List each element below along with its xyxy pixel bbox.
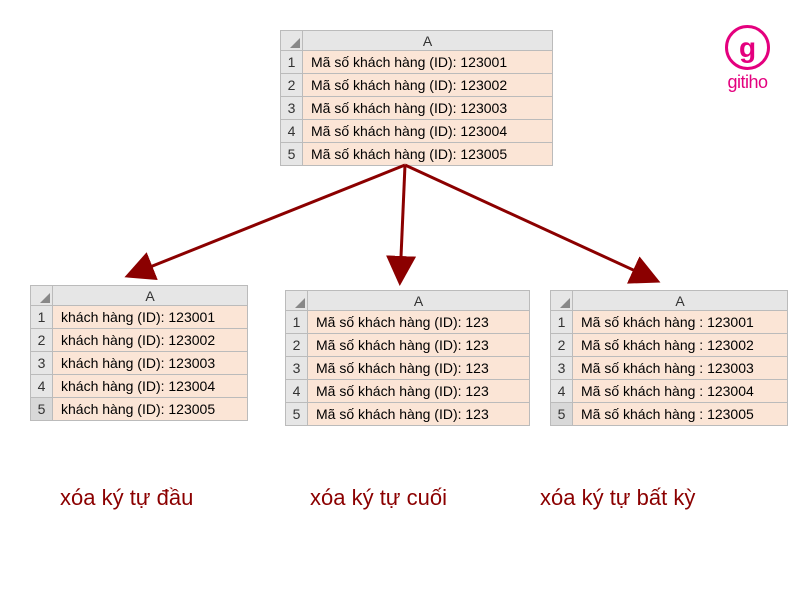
cell[interactable]: Mã số khách hàng (ID): 123001 (303, 51, 553, 74)
cell[interactable]: khách hàng (ID): 123005 (53, 398, 248, 421)
table-row: 3khách hàng (ID): 123003 (31, 352, 248, 375)
row-header[interactable]: 1 (281, 51, 303, 74)
row-header[interactable]: 5 (286, 403, 308, 426)
arrows-icon (0, 155, 800, 295)
row-header[interactable]: 2 (31, 329, 53, 352)
row-header[interactable]: 2 (286, 334, 308, 357)
column-header-a[interactable]: A (303, 31, 553, 51)
cell[interactable]: khách hàng (ID): 123001 (53, 306, 248, 329)
row-header[interactable]: 3 (286, 357, 308, 380)
table-row: 4Mã số khách hàng (ID): 123 (286, 380, 530, 403)
select-all-corner[interactable] (281, 31, 303, 51)
select-all-corner[interactable] (551, 291, 573, 311)
row-header[interactable]: 1 (551, 311, 573, 334)
cell[interactable]: Mã số khách hàng (ID): 123003 (303, 97, 553, 120)
cell[interactable]: khách hàng (ID): 123002 (53, 329, 248, 352)
table-row: 1Mã số khách hàng : 123001 (551, 311, 788, 334)
caption-remove-any: xóa ký tự bất kỳ (540, 485, 695, 511)
result-table-remove-last: A 1Mã số khách hàng (ID): 123 2Mã số khá… (285, 290, 530, 426)
select-all-corner[interactable] (31, 286, 53, 306)
cell[interactable]: Mã số khách hàng (ID): 123 (308, 334, 530, 357)
table-row: 2Mã số khách hàng (ID): 123 (286, 334, 530, 357)
table-row: 1khách hàng (ID): 123001 (31, 306, 248, 329)
cell[interactable]: Mã số khách hàng : 123004 (573, 380, 788, 403)
cell[interactable]: khách hàng (ID): 123004 (53, 375, 248, 398)
table-row: 2khách hàng (ID): 123002 (31, 329, 248, 352)
table-row: 5Mã số khách hàng (ID): 123 (286, 403, 530, 426)
table-row: 4Mã số khách hàng : 123004 (551, 380, 788, 403)
cell[interactable]: Mã số khách hàng : 123003 (573, 357, 788, 380)
cell[interactable]: Mã số khách hàng : 123001 (573, 311, 788, 334)
source-table: A 1Mã số khách hàng (ID): 123001 2Mã số … (280, 30, 553, 166)
cell[interactable]: Mã số khách hàng (ID): 123 (308, 357, 530, 380)
column-header-a[interactable]: A (53, 286, 248, 306)
logo-glyph: g (739, 34, 756, 62)
cell[interactable]: Mã số khách hàng : 123005 (573, 403, 788, 426)
table-row: 1Mã số khách hàng (ID): 123 (286, 311, 530, 334)
table-row: 4Mã số khách hàng (ID): 123004 (281, 120, 553, 143)
result-table-remove-first: A 1khách hàng (ID): 123001 2khách hàng (… (30, 285, 248, 421)
row-header[interactable]: 2 (281, 74, 303, 97)
column-header-a[interactable]: A (308, 291, 530, 311)
table-row: 3Mã số khách hàng (ID): 123003 (281, 97, 553, 120)
row-header[interactable]: 5 (281, 143, 303, 166)
cell[interactable]: Mã số khách hàng (ID): 123002 (303, 74, 553, 97)
row-header[interactable]: 1 (286, 311, 308, 334)
logo-text: gitiho (725, 72, 770, 93)
table-row: 3Mã số khách hàng : 123003 (551, 357, 788, 380)
select-all-corner[interactable] (286, 291, 308, 311)
result-table-remove-any: A 1Mã số khách hàng : 123001 2Mã số khác… (550, 290, 788, 426)
caption-remove-first: xóa ký tự đầu (60, 485, 193, 511)
cell[interactable]: Mã số khách hàng (ID): 123004 (303, 120, 553, 143)
cell[interactable]: Mã số khách hàng (ID): 123 (308, 311, 530, 334)
brand-logo: g gitiho (725, 25, 770, 93)
cell[interactable]: Mã số khách hàng (ID): 123 (308, 403, 530, 426)
caption-remove-last: xóa ký tự cuối (310, 485, 447, 511)
row-header[interactable]: 1 (31, 306, 53, 329)
table-row: 1Mã số khách hàng (ID): 123001 (281, 51, 553, 74)
cell[interactable]: Mã số khách hàng : 123002 (573, 334, 788, 357)
cell[interactable]: Mã số khách hàng (ID): 123 (308, 380, 530, 403)
row-header[interactable]: 3 (281, 97, 303, 120)
logo-circle-icon: g (725, 25, 770, 70)
table-row: 5Mã số khách hàng (ID): 123005 (281, 143, 553, 166)
row-header[interactable]: 5 (551, 403, 573, 426)
cell[interactable]: khách hàng (ID): 123003 (53, 352, 248, 375)
table-row: 5khách hàng (ID): 123005 (31, 398, 248, 421)
row-header[interactable]: 4 (551, 380, 573, 403)
row-header[interactable]: 2 (551, 334, 573, 357)
column-header-a[interactable]: A (573, 291, 788, 311)
row-header[interactable]: 5 (31, 398, 53, 421)
row-header[interactable]: 3 (551, 357, 573, 380)
row-header[interactable]: 4 (31, 375, 53, 398)
table-row: 5Mã số khách hàng : 123005 (551, 403, 788, 426)
table-row: 4khách hàng (ID): 123004 (31, 375, 248, 398)
table-row: 3Mã số khách hàng (ID): 123 (286, 357, 530, 380)
table-row: 2Mã số khách hàng : 123002 (551, 334, 788, 357)
table-row: 2Mã số khách hàng (ID): 123002 (281, 74, 553, 97)
cell[interactable]: Mã số khách hàng (ID): 123005 (303, 143, 553, 166)
row-header[interactable]: 4 (281, 120, 303, 143)
row-header[interactable]: 4 (286, 380, 308, 403)
row-header[interactable]: 3 (31, 352, 53, 375)
